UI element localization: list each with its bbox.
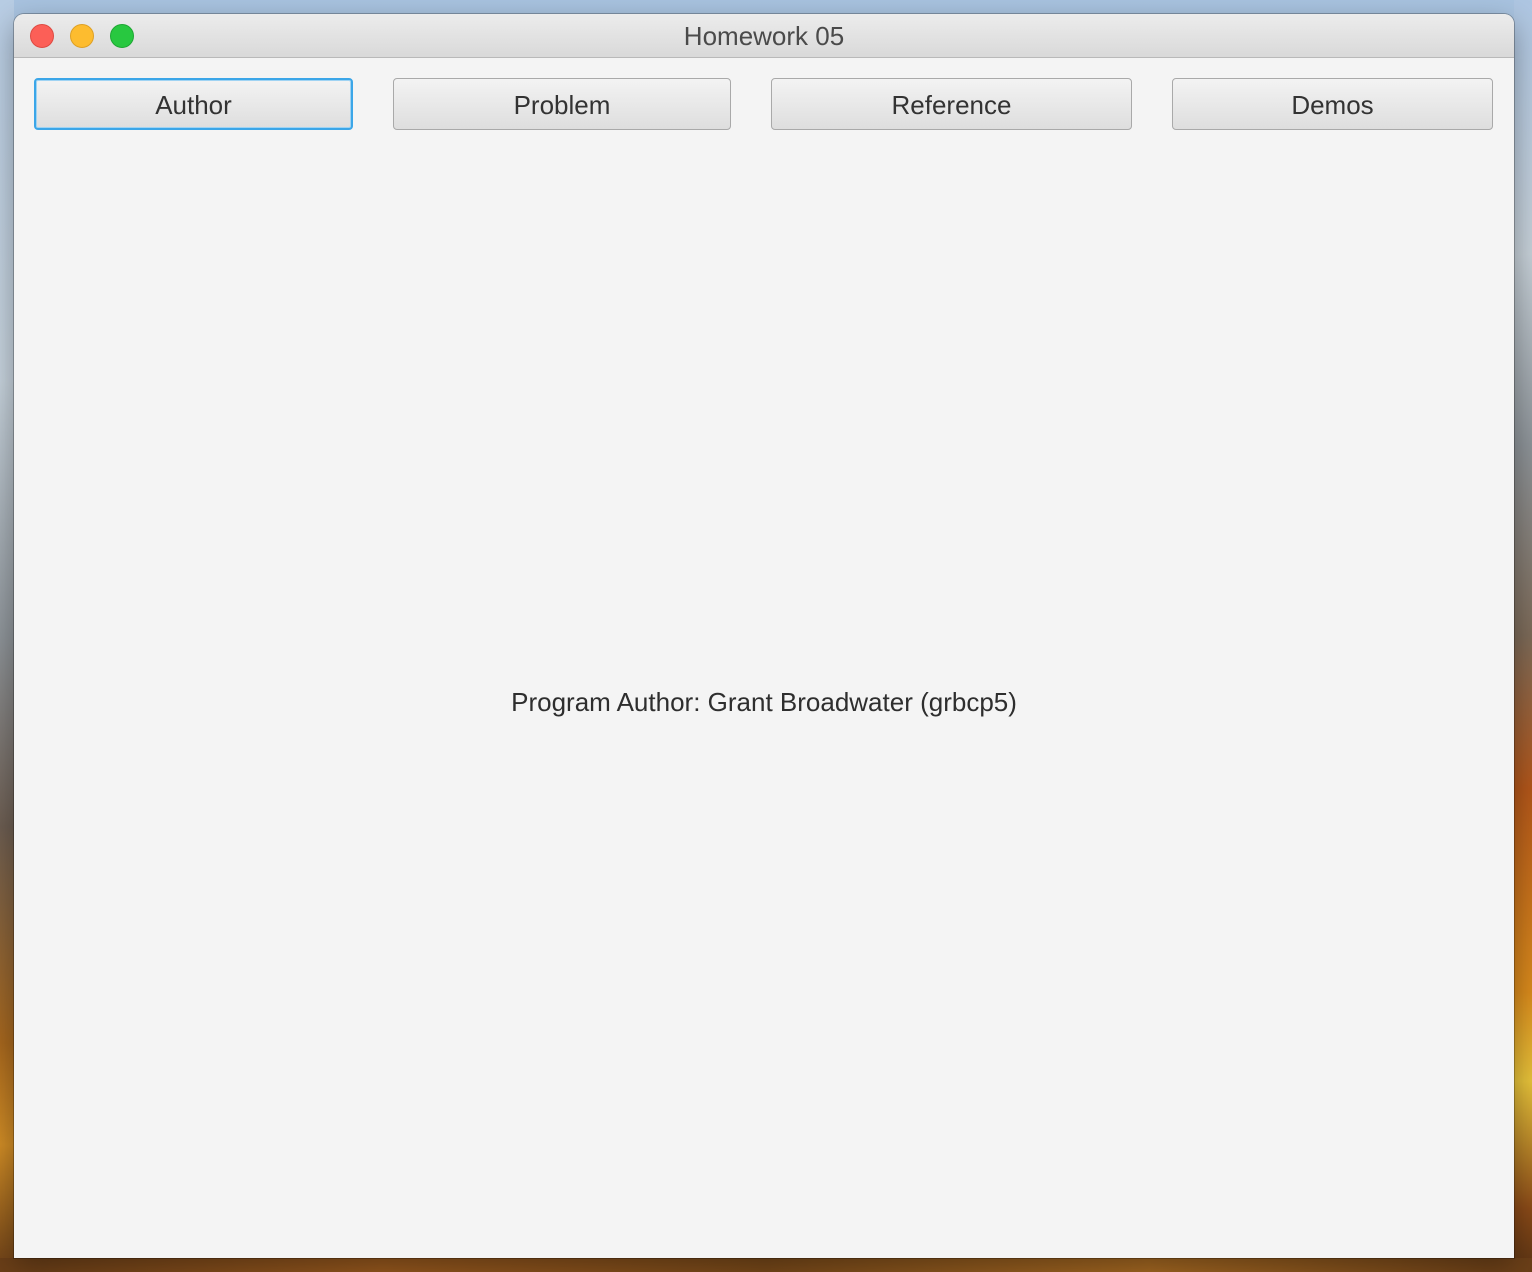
problem-button[interactable]: Problem — [393, 78, 731, 130]
desktop-wallpaper-left — [0, 0, 14, 1272]
desktop-wallpaper-right — [1514, 0, 1532, 1272]
reference-button[interactable]: Reference — [771, 78, 1132, 130]
title-bar[interactable]: Homework 05 — [14, 14, 1514, 58]
author-info-text: Program Author: Grant Broadwater (grbcp5… — [511, 687, 1017, 717]
window-title: Homework 05 — [683, 21, 845, 51]
author-button[interactable]: Author — [34, 78, 353, 130]
toolbar: Author Problem Reference Demos — [14, 78, 1514, 132]
demos-button[interactable]: Demos — [1172, 78, 1493, 130]
app-window: Homework 05 Author Problem Reference Dem… — [14, 14, 1514, 1258]
desktop-wallpaper-bottom — [0, 1258, 1532, 1272]
